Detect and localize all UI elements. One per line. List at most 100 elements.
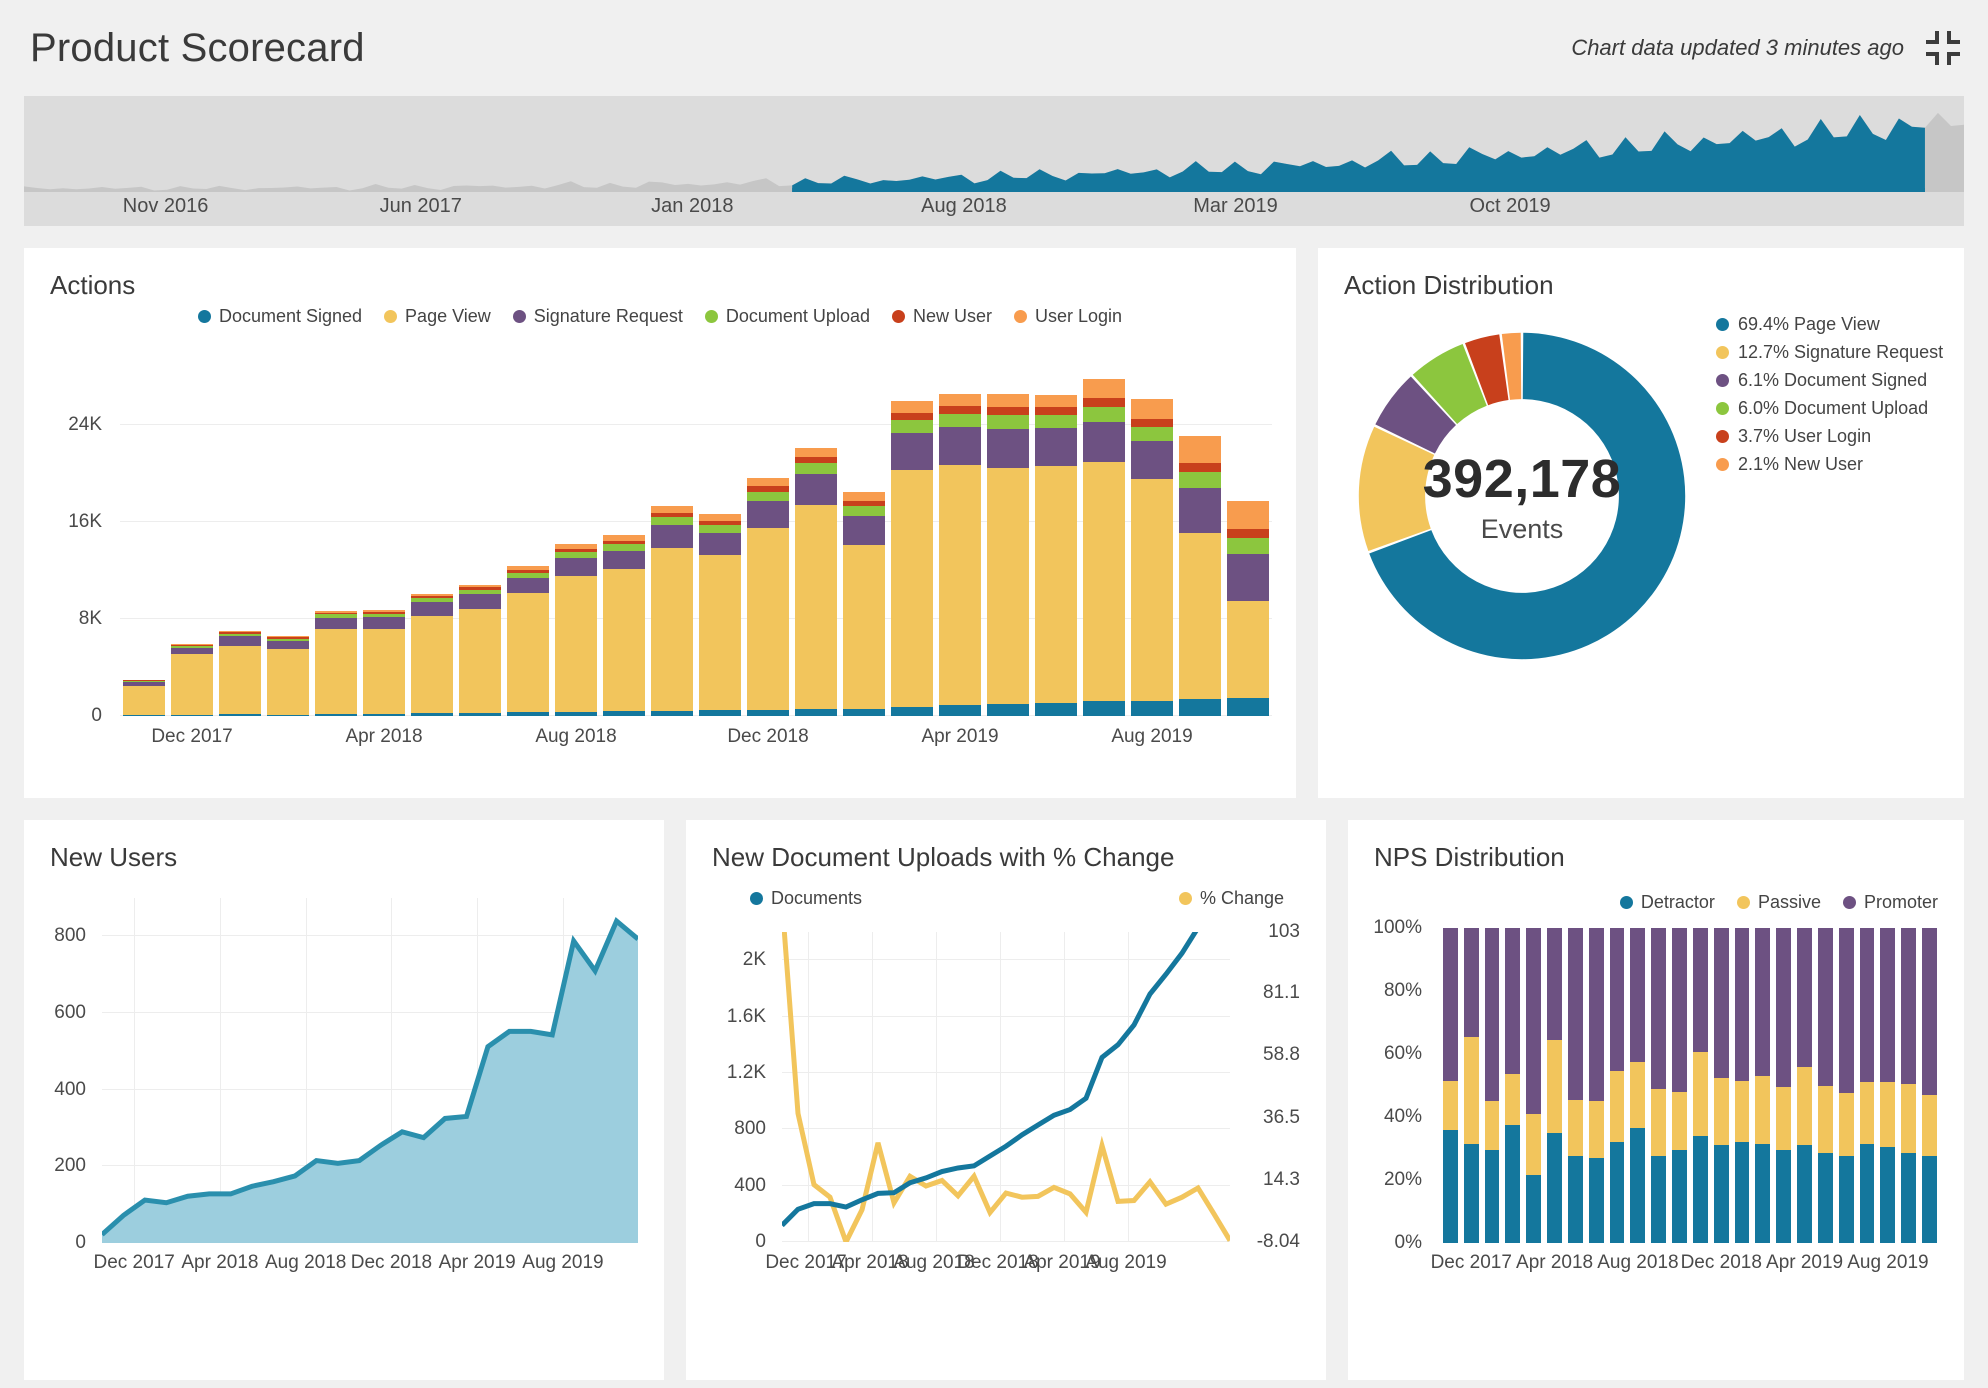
- actions-bar-segment[interactable]: [987, 467, 1029, 705]
- actions-bar-segment[interactable]: [747, 709, 789, 716]
- actions-bar-segment[interactable]: [1131, 478, 1173, 701]
- actions-legend-item[interactable]: User Login: [1014, 306, 1122, 327]
- actions-bar-segment[interactable]: [939, 705, 981, 716]
- actions-bar[interactable]: [504, 565, 552, 716]
- nps-bar-segment[interactable]: [1463, 928, 1479, 1037]
- actions-bar-segment[interactable]: [843, 506, 885, 517]
- nps-bar-segment[interactable]: [1838, 1156, 1854, 1243]
- nps-bar[interactable]: [1461, 928, 1482, 1243]
- nps-bar-segment[interactable]: [1838, 1093, 1854, 1157]
- actions-legend-item[interactable]: Document Upload: [704, 306, 870, 327]
- nps-bar-segment[interactable]: [1734, 1080, 1750, 1143]
- actions-bar[interactable]: [792, 447, 840, 716]
- actions-bar-segment[interactable]: [939, 393, 981, 406]
- nps-bar-segment[interactable]: [1609, 928, 1625, 1072]
- timeline-navigator[interactable]: Nov 2016 Jun 2017 Jan 2018 Aug 2018 Mar 2019…: [24, 96, 1964, 226]
- nps-bar-segment[interactable]: [1797, 1145, 1812, 1243]
- actions-legend[interactable]: Document Signed Page View Signature Reques…: [24, 306, 1296, 327]
- actions-bar-segment[interactable]: [459, 713, 501, 716]
- actions-bar-segment[interactable]: [219, 636, 261, 646]
- actions-bar-segment[interactable]: [171, 714, 213, 716]
- actions-bar-segment[interactable]: [795, 447, 837, 458]
- nps-bar-segment[interactable]: [1901, 1153, 1917, 1243]
- nps-bar-segment[interactable]: [1484, 928, 1500, 1102]
- collapse-icon[interactable]: [1926, 31, 1960, 65]
- actions-bar-segment[interactable]: [651, 710, 693, 716]
- nps-bar-segment[interactable]: [1838, 928, 1854, 1094]
- nps-bar-segment[interactable]: [1505, 1074, 1521, 1125]
- actions-bar[interactable]: [648, 505, 696, 716]
- actions-bar-segment[interactable]: [363, 713, 405, 716]
- nps-bar-segment[interactable]: [1672, 1150, 1687, 1243]
- actions-bar-segment[interactable]: [891, 420, 933, 434]
- nps-bar-segment[interactable]: [1567, 1156, 1583, 1243]
- donut-legend-item[interactable]: 12.7% Signature Request: [1716, 342, 1943, 363]
- nps-bar-segment[interactable]: [1526, 1113, 1542, 1176]
- nps-bar-segment[interactable]: [1630, 928, 1646, 1062]
- nps-bar[interactable]: [1627, 928, 1648, 1243]
- nps-bar-segment[interactable]: [1859, 928, 1875, 1083]
- actions-bar-segment[interactable]: [315, 628, 357, 714]
- actions-bar-segment[interactable]: [1083, 406, 1125, 422]
- actions-bar-segment[interactable]: [1131, 440, 1173, 479]
- actions-bar-segment[interactable]: [795, 463, 837, 474]
- nps-legend-item[interactable]: Detractor: [1619, 892, 1715, 913]
- actions-bar[interactable]: [360, 610, 408, 716]
- actions-bar-segment[interactable]: [843, 491, 885, 501]
- nps-bar-segment[interactable]: [1630, 1061, 1646, 1129]
- actions-bar[interactable]: [168, 644, 216, 716]
- actions-bar-segment[interactable]: [603, 711, 645, 716]
- actions-bar-segment[interactable]: [699, 554, 741, 711]
- actions-bar-segment[interactable]: [699, 525, 741, 533]
- nps-bar[interactable]: [1898, 928, 1919, 1243]
- actions-bar-segment[interactable]: [699, 710, 741, 716]
- actions-legend-item[interactable]: Signature Request: [512, 306, 683, 327]
- actions-bar-segment[interactable]: [1227, 528, 1269, 539]
- nps-bar-segment[interactable]: [1922, 1156, 1937, 1243]
- actions-bar-segment[interactable]: [1131, 427, 1173, 441]
- actions-bar[interactable]: [600, 535, 648, 716]
- actions-bar-segment[interactable]: [1227, 538, 1269, 555]
- nps-bar-segment[interactable]: [1443, 1129, 1458, 1243]
- actions-bar-segment[interactable]: [939, 413, 981, 427]
- actions-bar-segment[interactable]: [891, 412, 933, 421]
- actions-bar-segment[interactable]: [267, 648, 309, 715]
- actions-bar-segment[interactable]: [1179, 487, 1221, 533]
- actions-bar-segment[interactable]: [939, 426, 981, 465]
- actions-bar-segment[interactable]: [507, 578, 549, 594]
- nps-bar[interactable]: [1523, 928, 1544, 1243]
- nps-bar-segment[interactable]: [1880, 928, 1896, 1083]
- nps-bar-segment[interactable]: [1505, 928, 1521, 1075]
- nps-bar-segment[interactable]: [1713, 1077, 1729, 1146]
- actions-bar-segment[interactable]: [411, 615, 453, 714]
- actions-bar-segment[interactable]: [747, 528, 789, 710]
- nps-bar-segment[interactable]: [1463, 1143, 1479, 1243]
- nps-bar[interactable]: [1773, 928, 1794, 1243]
- action-distribution-donut[interactable]: 392,178 Events: [1352, 326, 1692, 666]
- actions-bar-segment[interactable]: [555, 558, 597, 576]
- nps-bar-segment[interactable]: [1463, 1036, 1479, 1144]
- nps-bar-segment[interactable]: [1651, 928, 1667, 1089]
- actions-bar-segment[interactable]: [747, 491, 789, 502]
- nps-bar-segment[interactable]: [1817, 928, 1833, 1086]
- actions-bar-segment[interactable]: [1227, 698, 1269, 716]
- actions-bar-segment[interactable]: [795, 505, 837, 710]
- actions-bar-segment[interactable]: [507, 593, 549, 713]
- actions-bar-segment[interactable]: [843, 708, 885, 716]
- nps-bar-segment[interactable]: [1797, 928, 1812, 1067]
- actions-bar-segment[interactable]: [987, 704, 1029, 716]
- uploads-legend-item[interactable]: % Change: [1178, 888, 1284, 909]
- nps-legend[interactable]: Detractor Passive Promoter: [1619, 892, 1938, 913]
- nps-bar[interactable]: [1669, 928, 1690, 1243]
- nps-bar-segment[interactable]: [1588, 1101, 1604, 1158]
- actions-bar[interactable]: [744, 477, 792, 716]
- nps-bar-segment[interactable]: [1443, 928, 1458, 1081]
- actions-bar-segment[interactable]: [459, 594, 501, 609]
- actions-bar-segment[interactable]: [795, 473, 837, 506]
- nps-bar[interactable]: [1565, 928, 1586, 1243]
- nps-bar-segment[interactable]: [1505, 1124, 1521, 1243]
- actions-bar-segment[interactable]: [651, 517, 693, 526]
- nps-bar[interactable]: [1877, 928, 1898, 1243]
- actions-bar-segment[interactable]: [891, 469, 933, 708]
- actions-bar-segment[interactable]: [891, 400, 933, 413]
